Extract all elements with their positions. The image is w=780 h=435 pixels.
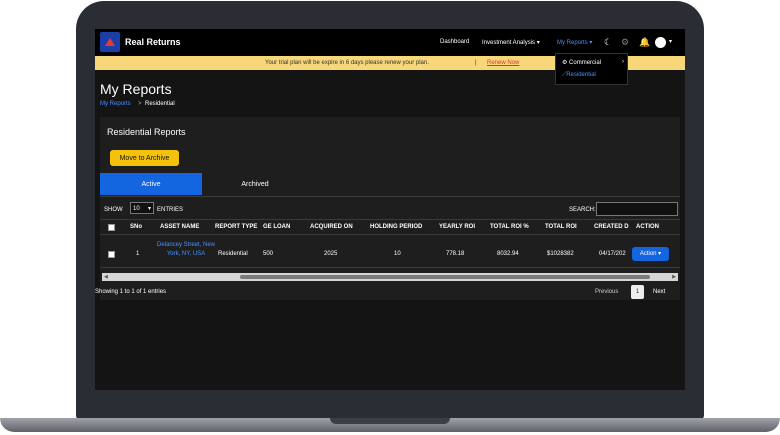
page-1-button[interactable]: 1 [631, 285, 644, 299]
cell-holding-period: 10 [394, 251, 401, 257]
col-mortgage-loan[interactable]: GE LOAN [263, 224, 290, 230]
breadcrumb-separator: > [138, 101, 142, 107]
col-asset-name[interactable]: ASSET NAME [160, 224, 199, 230]
chevron-down-icon: ▾ [147, 206, 151, 212]
nav-my-reports[interactable]: My Reports ▾ [557, 39, 592, 46]
show-label: SHOW [104, 207, 123, 213]
dropdown-item-residential-label: Residential [566, 72, 596, 78]
nav-investment-analysis[interactable]: Investment Analysis ▾ [482, 39, 540, 46]
house-logo-icon[interactable] [100, 32, 120, 52]
col-created-date[interactable]: CREATED D [594, 224, 629, 230]
trial-message: Your trial plan will be expire in 6 days… [265, 60, 429, 66]
reports-card: Residential Reports Move to Archive Acti… [100, 117, 680, 300]
col-acquired-on[interactable]: ACQUIRED ON [310, 224, 353, 230]
cell-created-date: 04/17/202 [599, 251, 626, 257]
search-label: SEARCH: [569, 207, 596, 213]
table-top-border [100, 219, 680, 220]
next-page-button[interactable]: Next [653, 289, 665, 295]
move-to-archive-button[interactable]: Move to Archive [110, 150, 179, 166]
select-all-checkbox[interactable] [108, 224, 115, 231]
col-holding-period[interactable]: HOLDING PERIOD [370, 224, 422, 230]
brand-name: Real Returns [125, 37, 181, 47]
breadcrumb-my-reports[interactable]: My Reports [100, 101, 131, 107]
page-title: My Reports [100, 81, 172, 97]
trial-separator: | [475, 60, 477, 66]
entries-select[interactable]: 10 ▾ [130, 202, 154, 214]
bell-icon[interactable]: 🔔 [639, 37, 650, 47]
chevron-right-icon: › [622, 59, 624, 65]
card-title: Residential Reports [107, 127, 186, 137]
top-navbar: Real Returns Dashboard Investment Analys… [95, 29, 685, 56]
showing-entries-text: Showing 1 to 1 of 1 entries [95, 289, 167, 295]
gear-icon: ⚙ [562, 60, 570, 66]
tab-archived[interactable]: Archived [204, 173, 306, 195]
cell-loan: 500 [263, 251, 274, 257]
reports-dropdown-menu: ⚙ Commercial › ⟋Residential [555, 53, 628, 85]
breadcrumb-current: Residential [145, 101, 175, 107]
laptop-notch [330, 418, 450, 424]
scrollbar-thumb[interactable] [240, 275, 650, 279]
dropdown-item-residential[interactable]: ⟋Residential [562, 72, 596, 79]
cell-acquired-on: 2025 [324, 251, 338, 257]
dropdown-item-commercial[interactable]: ⚙ Commercial › [562, 59, 624, 66]
asset-name-link[interactable]: Delancey Street, New York, NY, USA [155, 241, 217, 259]
row-action-button[interactable]: Action ▾ [632, 247, 669, 261]
cell-sno: 1 [136, 251, 140, 257]
app-screen: Real Returns Dashboard Investment Analys… [95, 29, 685, 390]
dropdown-item-commercial-label: Commercial [569, 60, 602, 66]
entries-select-value: 10 [133, 206, 140, 212]
col-total-roi[interactable]: TOTAL ROI [545, 224, 577, 230]
scroll-right-icon[interactable]: ▶ [672, 273, 676, 281]
user-avatar-icon[interactable] [655, 37, 666, 48]
gear-icon[interactable]: ⚙ [621, 37, 629, 47]
cell-report-type: Residential [218, 251, 248, 257]
entries-label: ENTRIES [157, 207, 184, 213]
tab-active[interactable]: Active [100, 173, 202, 195]
horizontal-scrollbar[interactable]: ◀ ▶ [102, 273, 678, 281]
header-divider [100, 234, 680, 235]
previous-page-button[interactable]: Previous [595, 289, 618, 295]
search-input[interactable] [596, 202, 678, 216]
row-divider [100, 267, 680, 268]
col-sno[interactable]: SNo [130, 224, 142, 230]
cell-total-roi-pct: 8032.94 [497, 251, 519, 257]
row-checkbox[interactable] [108, 251, 115, 258]
col-report-type[interactable]: REPORT TYPE [215, 224, 257, 230]
tabs: Active Archived [100, 173, 680, 197]
moon-icon[interactable]: ☾ [604, 37, 612, 47]
cell-total-roi: $1028382 [547, 251, 574, 257]
col-yearly-roi[interactable]: YEARLY ROI [439, 224, 475, 230]
col-total-roi-pct[interactable]: TOTAL ROI % [490, 224, 529, 230]
nav-dashboard[interactable]: Dashboard [440, 39, 469, 45]
chevron-down-icon[interactable]: ▾ [669, 38, 672, 45]
scroll-left-icon[interactable]: ◀ [104, 273, 108, 281]
cell-yearly-roi: 778.18 [446, 251, 465, 257]
renew-now-link[interactable]: Renew Now [487, 60, 519, 66]
col-action: ACTION [636, 224, 659, 230]
